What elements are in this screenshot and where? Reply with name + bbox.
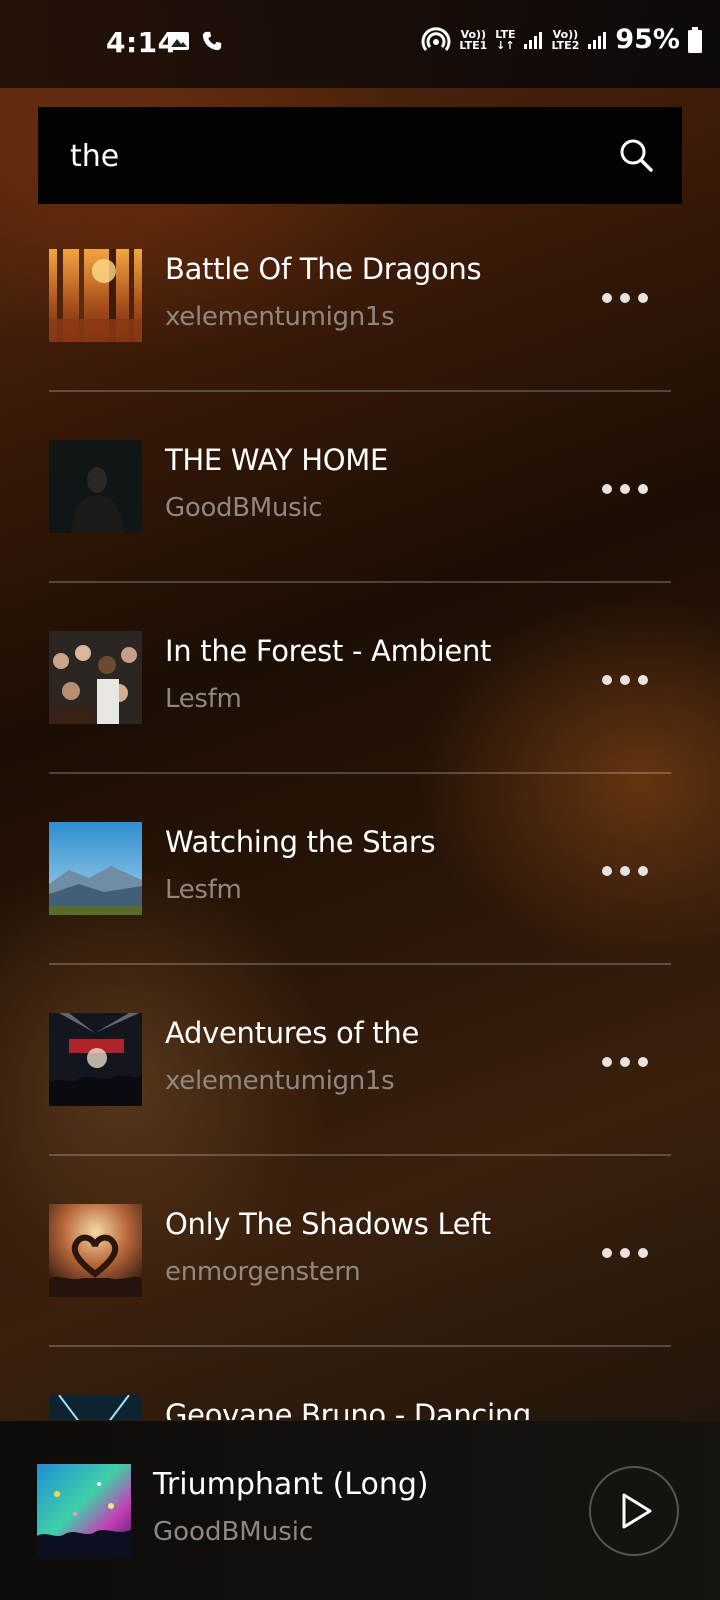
now-playing-art	[37, 1464, 131, 1558]
divider	[49, 963, 671, 965]
list-item[interactable]: Only The Shadows Left enmorgenstern	[0, 1159, 720, 1350]
now-playing-title: Triumphant (Long)	[153, 1467, 429, 1502]
album-art	[49, 822, 142, 915]
divider	[49, 390, 671, 392]
now-playing-artist: GoodBMusic	[153, 1517, 314, 1547]
play-icon	[622, 1493, 652, 1529]
more-options-icon[interactable]	[600, 1042, 650, 1082]
track-title: Watching the Stars	[165, 825, 436, 859]
track-artist: Lesfm	[165, 684, 242, 714]
more-options-icon[interactable]	[600, 660, 650, 700]
hotspot-icon	[421, 26, 451, 51]
mountains-icon	[49, 822, 142, 915]
track-artist: xelementumign1s	[165, 302, 395, 332]
crowd-icon	[49, 631, 142, 724]
list-item[interactable]: In the Forest - Ambient Lesfm	[0, 586, 720, 777]
concert-icon	[49, 1013, 142, 1106]
festival-icon	[37, 1464, 131, 1558]
more-options-icon[interactable]	[600, 278, 650, 318]
play-button[interactable]	[589, 1466, 679, 1556]
track-artist: Lesfm	[165, 875, 242, 905]
stage-lights-icon	[49, 1395, 142, 1420]
status-indicators: Vo)) LTE1 LTE ↓↑ Vo)) LTE2 95%	[421, 24, 702, 55]
heart-hands-icon	[49, 1204, 142, 1297]
track-title: Adventures of the	[165, 1016, 419, 1050]
divider	[49, 772, 671, 774]
album-art	[49, 440, 142, 533]
list-item[interactable]: THE WAY HOME GoodBMusic	[0, 395, 720, 586]
now-playing-bar[interactable]: Triumphant (Long) GoodBMusic	[0, 1421, 720, 1600]
album-art	[49, 631, 142, 724]
track-artist: enmorgenstern	[165, 1257, 361, 1287]
divider	[49, 1154, 671, 1156]
album-art	[49, 1013, 142, 1106]
signal-icon	[524, 31, 543, 49]
portrait-icon	[49, 440, 142, 533]
search-results-list[interactable]: Battle Of The Dragons xelementumign1s TH…	[0, 204, 720, 1420]
phone-icon	[202, 31, 222, 51]
lte1-indicator: Vo)) LTE1	[459, 27, 488, 52]
search-input[interactable]	[68, 129, 592, 183]
album-art	[49, 1204, 142, 1297]
track-title: Battle Of The Dragons	[165, 252, 482, 286]
album-art	[49, 1395, 142, 1420]
track-title: Geovane Bruno - Dancing	[165, 1398, 532, 1420]
track-artist: GoodBMusic	[165, 493, 323, 523]
status-time: 4:14	[106, 26, 178, 59]
search-icon[interactable]	[618, 137, 654, 173]
gallery-icon	[169, 32, 189, 50]
divider	[49, 1345, 671, 1347]
battery-icon	[688, 26, 702, 53]
divider	[49, 581, 671, 583]
forest-icon	[49, 249, 142, 342]
signal-icon	[588, 31, 607, 49]
list-item[interactable]: Watching the Stars Lesfm	[0, 777, 720, 968]
list-item[interactable]: Geovane Bruno - Dancing	[0, 1350, 720, 1420]
track-artist: xelementumign1s	[165, 1066, 395, 1096]
lte2-indicator: Vo)) LTE2	[551, 27, 580, 52]
more-options-icon[interactable]	[600, 1233, 650, 1273]
more-options-icon[interactable]	[600, 851, 650, 891]
status-bar: 4:14 Vo)) LTE1 LTE ↓↑ Vo)) LTE2 95%	[0, 0, 720, 88]
track-title: In the Forest - Ambient	[165, 634, 492, 668]
more-options-icon[interactable]	[600, 469, 650, 509]
list-item[interactable]: Battle Of The Dragons xelementumign1s	[0, 204, 720, 395]
track-title: THE WAY HOME	[165, 443, 389, 477]
album-art	[49, 249, 142, 342]
lte-indicator: LTE ↓↑	[495, 27, 516, 52]
list-item[interactable]: Adventures of the xelementumign1s	[0, 968, 720, 1159]
search-bar	[38, 107, 682, 204]
track-title: Only The Shadows Left	[165, 1207, 491, 1241]
battery-percent: 95%	[615, 24, 680, 55]
